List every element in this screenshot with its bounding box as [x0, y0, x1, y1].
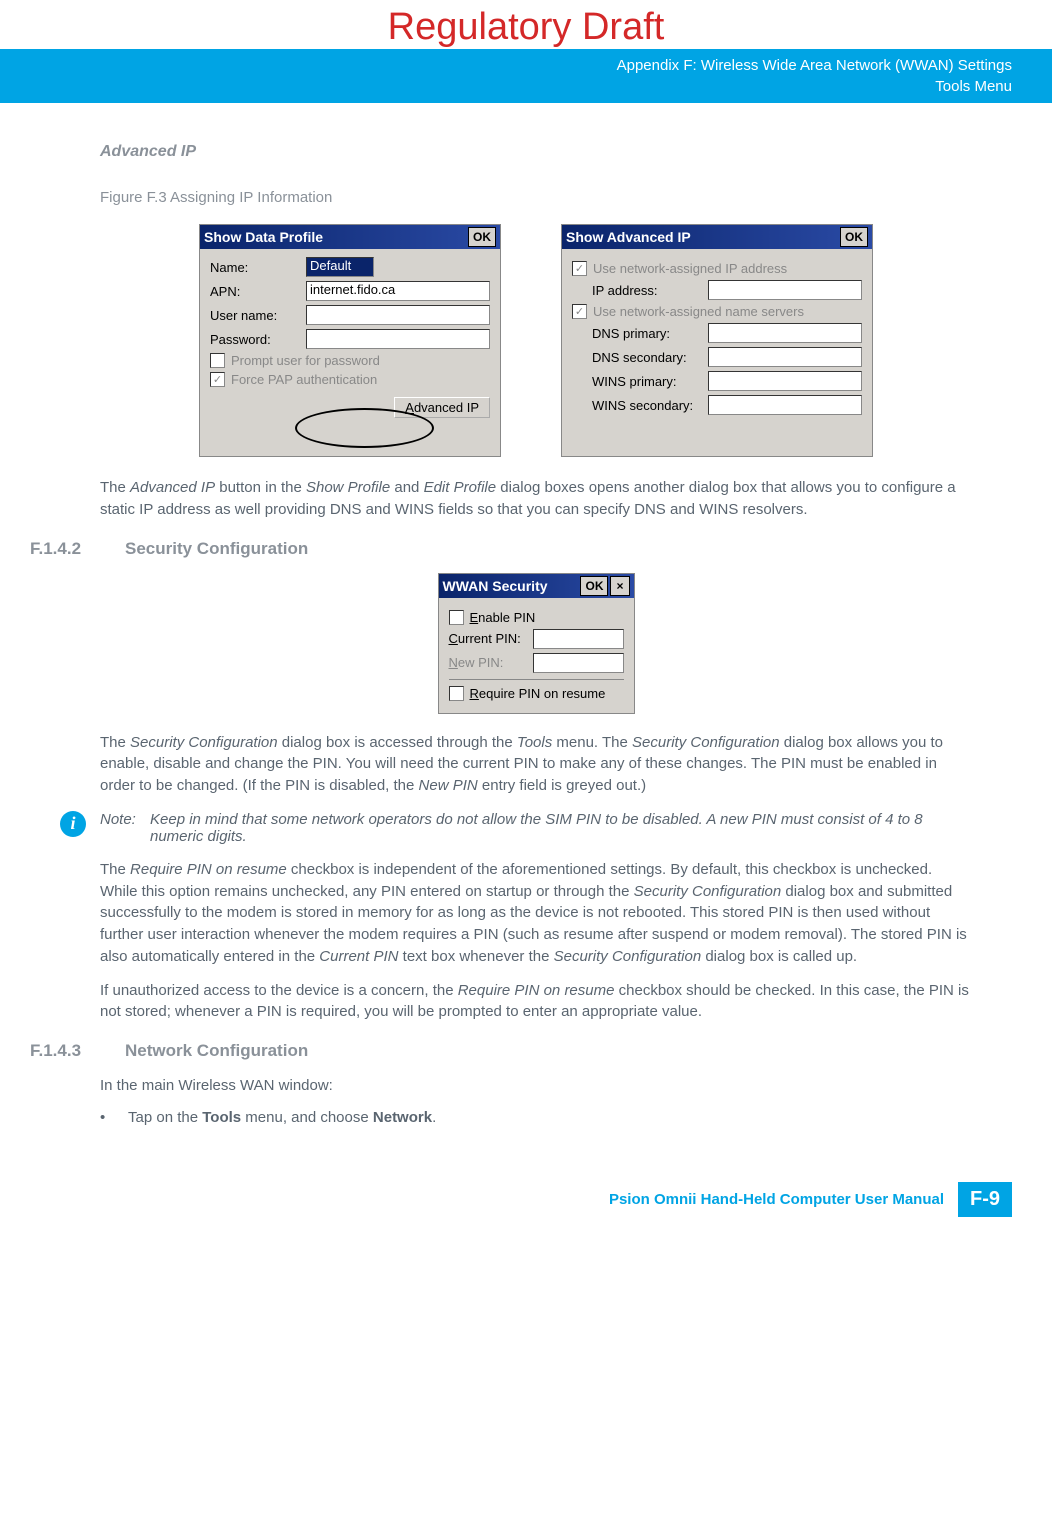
dialog2-ok-button[interactable]: OK [840, 227, 868, 247]
username-input[interactable] [306, 305, 490, 325]
network-paragraph: In the main Wireless WAN window: [100, 1075, 972, 1097]
force-pap-label: Force PAP authentication [231, 372, 377, 387]
advanced-ip-paragraph: The Advanced IP button in the Show Profi… [100, 477, 972, 521]
security-paragraph-1: The Security Configuration dialog box is… [100, 732, 972, 797]
info-icon: i [60, 811, 86, 837]
advanced-ip-button[interactable]: AAdvanced IPdvanced IP [394, 397, 490, 418]
wins-secondary-input[interactable] [708, 395, 862, 415]
password-input[interactable] [306, 329, 490, 349]
header-line1: Appendix F: Wireless Wide Area Network (… [0, 55, 1012, 76]
name-label: Name: [210, 260, 300, 275]
username-label: User name: [210, 308, 300, 323]
security-config-number: F.1.4.2 [30, 539, 85, 559]
note-text: Keep in mind that some network operators… [150, 811, 972, 845]
use-ip-label: Use network-assigned IP address [593, 261, 787, 276]
dialog3-ok-button[interactable]: OK [580, 576, 608, 596]
apn-label: APN: [210, 284, 300, 299]
dialog2-title: Show Advanced IP [566, 229, 691, 245]
name-input[interactable]: Default [306, 257, 374, 277]
wwan-security-dialog: WWAN Security OK × Enable PIN Current PI… [438, 573, 635, 714]
enable-pin-checkbox[interactable] [449, 610, 464, 625]
show-advanced-ip-dialog: Show Advanced IP OK ✓ Use network-assign… [561, 224, 873, 457]
enable-pin-label: Enable PIN [470, 610, 536, 625]
force-pap-checkbox[interactable]: ✓ [210, 372, 225, 387]
note-label: Note: [100, 811, 142, 845]
page-number: F-9 [958, 1182, 1012, 1217]
new-pin-input[interactable] [533, 653, 624, 673]
wins-primary-input[interactable] [708, 371, 862, 391]
password-label: Password: [210, 332, 300, 347]
dns-primary-input[interactable] [708, 323, 862, 343]
ip-address-input[interactable] [708, 280, 862, 300]
new-pin-label: New PIN: [449, 655, 527, 670]
require-pin-label: Require PIN on resume [470, 686, 606, 701]
security-config-title: Security Configuration [125, 539, 308, 559]
footer-text: Psion Omnii Hand-Held Computer User Manu… [609, 1191, 944, 1208]
dialog1-ok-button[interactable]: OK [468, 227, 496, 247]
bullet-item: • Tap on the Tools menu, and choose Netw… [100, 1109, 972, 1126]
dns-primary-label: DNS primary: [592, 326, 702, 341]
dialog3-title: WWAN Security [443, 578, 548, 594]
apn-input[interactable]: internet.fido.ca [306, 281, 490, 301]
current-pin-label: Current PIN: [449, 631, 527, 646]
figure-caption: Figure F.3 Assigning IP Information [100, 189, 972, 206]
use-name-label: Use network-assigned name servers [593, 304, 804, 319]
wins-secondary-label: WINS secondary: [592, 398, 702, 413]
network-config-title: Network Configuration [125, 1041, 308, 1061]
watermark: Regulatory Draft [0, 0, 1052, 49]
show-data-profile-dialog: Show Data Profile OK Name: Default APN: … [199, 224, 501, 457]
security-paragraph-2: The Require PIN on resume checkbox is in… [100, 859, 972, 968]
advanced-ip-heading: Advanced IP [100, 143, 972, 161]
prompt-checkbox[interactable] [210, 353, 225, 368]
current-pin-input[interactable] [533, 629, 624, 649]
dns-secondary-input[interactable] [708, 347, 862, 367]
wins-primary-label: WINS primary: [592, 374, 702, 389]
dialog1-title: Show Data Profile [204, 229, 323, 245]
use-ip-checkbox[interactable]: ✓ [572, 261, 587, 276]
header-bar: Appendix F: Wireless Wide Area Network (… [0, 49, 1052, 103]
security-paragraph-3: If unauthorized access to the device is … [100, 980, 972, 1024]
ip-address-label: IP address: [592, 283, 702, 298]
dns-secondary-label: DNS secondary: [592, 350, 702, 365]
require-pin-checkbox[interactable] [449, 686, 464, 701]
network-config-number: F.1.4.3 [30, 1041, 85, 1061]
prompt-label: Prompt user for password [231, 353, 380, 368]
use-name-checkbox[interactable]: ✓ [572, 304, 587, 319]
dialog3-close-button[interactable]: × [610, 576, 629, 596]
header-line2: Tools Menu [0, 76, 1012, 97]
